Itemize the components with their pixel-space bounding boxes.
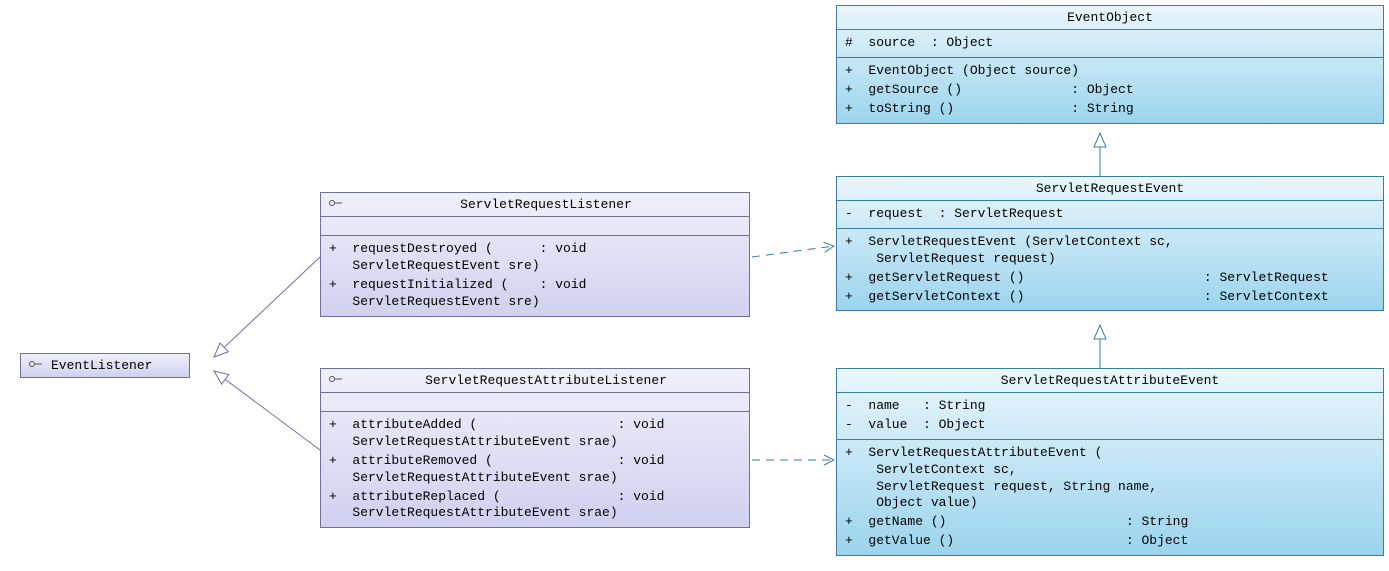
attributes-compartment — [321, 217, 749, 236]
class-event-object: EventObject # source : Object + EventObj… — [836, 5, 1384, 124]
method-row: + getName () : String — [845, 513, 1375, 532]
class-title: ServletRequestListener — [321, 193, 749, 217]
method-row: + ServletRequestAttributeEvent ( Servlet… — [845, 444, 1375, 514]
class-name: EventObject — [1067, 10, 1153, 25]
method-row: + getValue () : Object — [845, 532, 1375, 551]
class-name: ServletRequestEvent — [1036, 181, 1184, 196]
field-row: - name : String — [845, 397, 1375, 416]
method-row: + requestInitialized ( : void ServletReq… — [329, 276, 741, 312]
method-row: + attributeReplaced ( : void ServletRequ… — [329, 488, 741, 524]
class-name: ServletRequestListener — [351, 197, 741, 212]
class-name: ServletRequestAttributeListener — [351, 373, 741, 388]
method-row: + getSource () : Object — [845, 81, 1375, 100]
class-title: EventListener — [21, 354, 189, 377]
method-row: + attributeAdded ( : void ServletRequest… — [329, 416, 741, 452]
interface-icon — [29, 358, 43, 373]
class-event-listener: EventListener — [20, 353, 190, 378]
attributes-compartment: # source : Object — [837, 30, 1383, 58]
class-servlet-request-attribute-event: ServletRequestAttributeEvent - name : St… — [836, 368, 1384, 556]
field-row: - value : Object — [845, 416, 1375, 435]
attributes-compartment: - request : ServletRequest — [837, 201, 1383, 229]
class-servlet-request-listener: ServletRequestListener + requestDestroye… — [320, 192, 750, 317]
class-name: EventListener — [51, 358, 152, 373]
field-row: - request : ServletRequest — [845, 205, 1375, 224]
method-row: + getServletContext () : ServletContext — [845, 288, 1375, 307]
operations-compartment: + attributeAdded ( : void ServletRequest… — [321, 412, 749, 527]
method-row: + toString () : String — [845, 100, 1375, 119]
method-row: + EventObject (Object source) — [845, 62, 1375, 81]
operations-compartment: + EventObject (Object source) + getSourc… — [837, 58, 1383, 123]
operations-compartment: + ServletRequestEvent (ServletContext sc… — [837, 229, 1383, 311]
method-row: + ServletRequestEvent (ServletContext sc… — [845, 233, 1375, 269]
class-servlet-request-attribute-listener: ServletRequestAttributeListener + attrib… — [320, 368, 750, 528]
gen-sral-el — [214, 371, 320, 450]
class-title: ServletRequestAttributeEvent — [837, 369, 1383, 393]
operations-compartment: + ServletRequestAttributeEvent ( Servlet… — [837, 440, 1383, 555]
field-row: # source : Object — [845, 34, 1375, 53]
interface-icon — [329, 197, 343, 212]
method-row: + attributeRemoved ( : void ServletReque… — [329, 452, 741, 488]
class-title: EventObject — [837, 6, 1383, 30]
class-title: ServletRequestAttributeListener — [321, 369, 749, 393]
method-row: + requestDestroyed ( : void ServletReque… — [329, 240, 741, 276]
class-title: ServletRequestEvent — [837, 177, 1383, 201]
gen-srl-el — [214, 257, 320, 357]
class-name: ServletRequestAttributeEvent — [1001, 373, 1219, 388]
method-row: + getServletRequest () : ServletRequest — [845, 269, 1375, 288]
attributes-compartment — [321, 393, 749, 412]
dep-srl-sre — [752, 246, 834, 257]
class-servlet-request-event: ServletRequestEvent - request : ServletR… — [836, 176, 1384, 311]
attributes-compartment: - name : String - value : Object — [837, 393, 1383, 440]
operations-compartment: + requestDestroyed ( : void ServletReque… — [321, 236, 749, 316]
interface-icon — [329, 373, 343, 388]
